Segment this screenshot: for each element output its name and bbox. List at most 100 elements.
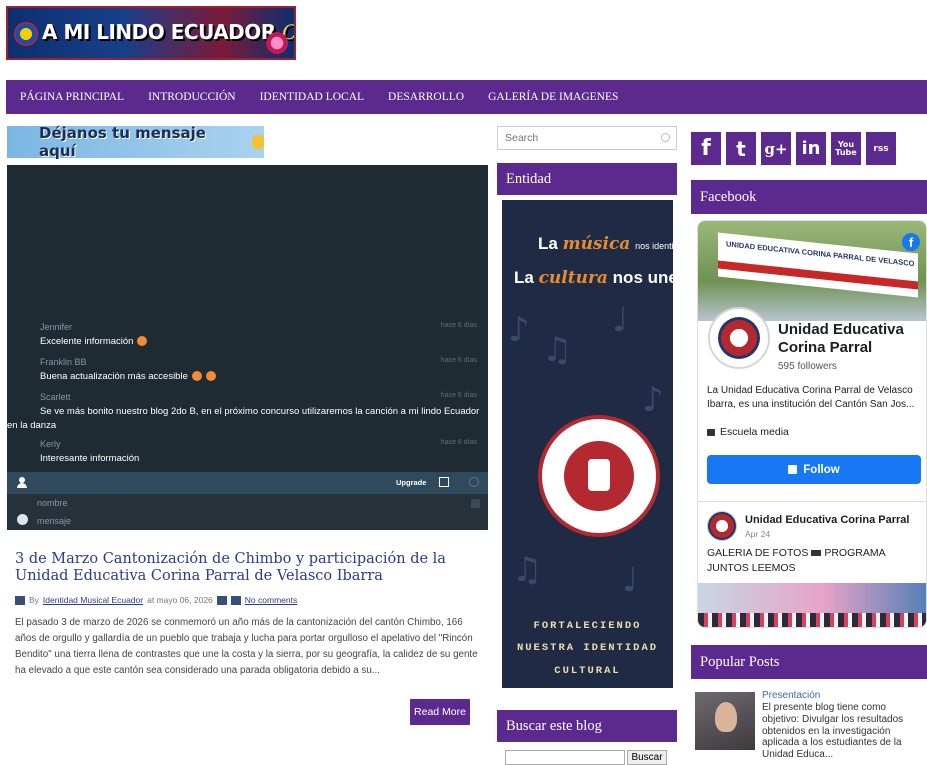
chat-widget: Jennifer hace 6 días Excelente informaci…	[7, 165, 488, 530]
facebook-page-plugin: UNIDAD EDUCATIVA CORINA PARRAL DE VELASC…	[697, 220, 927, 628]
seal-center	[564, 441, 634, 511]
search-box	[497, 126, 677, 150]
entidad-poster: La música nos identifica, La cultura nos…	[502, 200, 673, 688]
music-note-icon: ♪	[642, 380, 664, 420]
search-icon[interactable]	[661, 133, 670, 142]
pointing-hand-icon	[252, 135, 264, 149]
entidad-widget-title: Entidad	[497, 163, 677, 195]
google-plus-icon[interactable]: g+	[761, 132, 791, 165]
fb-post-date[interactable]: Apr 24	[745, 529, 770, 539]
chat-text: Se ve más bonito nuestro blog 2do B, en …	[7, 406, 480, 431]
follower-count: 595 followers	[778, 361, 837, 372]
nav-item-identidad-local[interactable]: IDENTIDAD LOCAL	[260, 91, 364, 103]
page-name-link[interactable]: Unidad Educativa Corina Parral	[778, 321, 926, 357]
post-excerpt: El pasado 3 de marzo de 2026 se conmemor…	[15, 617, 478, 676]
poster-word: nos identifica,	[635, 241, 673, 251]
page-avatar[interactable]	[708, 307, 770, 369]
twitter-icon[interactable]: t	[726, 132, 756, 165]
poster-line-2: La cultura nos une	[514, 268, 673, 288]
post-author-link[interactable]: Identidad Musical Ecuador	[43, 595, 143, 605]
upgrade-link[interactable]: Upgrade	[396, 478, 426, 487]
poster-bottom-3: CULTURAL	[554, 665, 621, 677]
chat-toolbar: Upgrade	[7, 472, 488, 494]
blog-search-input[interactable]	[505, 750, 625, 765]
nav-item-galeria[interactable]: GALERÍA DE IMAGENES	[488, 91, 618, 103]
nav-item-desarrollo[interactable]: DESARROLLO	[388, 91, 464, 103]
flower-icon	[266, 32, 288, 54]
chat-text-wrap: Excelente información	[40, 335, 485, 349]
music-note-icon: ♫	[542, 330, 573, 370]
chat-author: Scarlett	[40, 392, 71, 402]
smiley-icon[interactable]	[17, 514, 28, 525]
camera-icon	[811, 550, 822, 557]
chat-message: Kerly hace 6 días Interesante informació…	[40, 439, 485, 466]
hand-emoji-icon	[137, 336, 148, 347]
chat-name-field[interactable]: nombre	[37, 498, 68, 508]
follow-icon	[788, 465, 798, 474]
site-logo[interactable]: A MI LINDO ECUADOR CORINA	[6, 6, 296, 60]
popular-post-snippet: El presente blog tiene como objetivo: Di…	[762, 702, 904, 761]
logo-text-wrap: A MI LINDO ECUADOR CORINA	[42, 20, 294, 44]
page-category-label: Escuela media	[720, 426, 789, 438]
chat-text: Interesante información	[40, 453, 140, 464]
page-category: Escuela media	[707, 426, 789, 438]
buscar-widget-title: Buscar este blog	[497, 710, 677, 742]
post-date: at mayo 06, 2026	[147, 595, 213, 605]
nav-item-pagina-principal[interactable]: PÁGINA PRINCIPAL	[20, 91, 124, 103]
popular-post-thumbnail[interactable]	[695, 692, 755, 750]
fb-post-photo[interactable]	[698, 583, 926, 627]
music-note-icon: ♪	[508, 310, 530, 350]
chat-author: Franklin BB	[40, 357, 87, 367]
external-link-icon[interactable]	[439, 477, 449, 487]
post-meta: By Identidad Musical Ecuador at mayo 06,…	[15, 595, 485, 605]
nav-item-introduccion[interactable]: INTRODUCCIÓN	[148, 91, 236, 103]
linkedin-icon[interactable]: in	[796, 132, 826, 165]
facebook-cover-photo[interactable]: UNIDAD EDUCATIVA CORINA PARRAL DE VELASC…	[698, 221, 926, 321]
status-ring-icon[interactable]	[469, 477, 479, 487]
chat-message: Scarlett hace 6 días Se ve más bonito nu…	[7, 392, 485, 433]
poster-word: nos une	[612, 268, 673, 287]
post-title[interactable]: 3 de Marzo Cantonización de Chimbo y par…	[15, 551, 485, 586]
main-nav: PÁGINA PRINCIPAL INTRODUCCIÓN IDENTIDAD …	[6, 80, 927, 114]
chat-author: Jennifer	[40, 322, 73, 332]
chat-message-field[interactable]: mensaje	[37, 516, 71, 526]
follow-label: Follow	[803, 463, 840, 476]
rss-icon[interactable]: rss	[866, 132, 896, 165]
popular-posts-title: Popular Posts	[691, 645, 927, 679]
poster-line-1: La música nos identifica,	[538, 234, 673, 254]
search-input[interactable]	[498, 127, 676, 149]
chat-time: hace 6 días	[440, 392, 477, 399]
message-banner: Déjanos tu mensaje aquí	[7, 124, 264, 160]
poster-bottom-1: FORTALECIENDO	[533, 620, 642, 632]
post-comments-link[interactable]: No comments	[245, 595, 297, 605]
message-banner-text: Déjanos tu mensaje aquí	[39, 124, 206, 160]
chat-message: Franklin BB hace 6 días Buena actualizac…	[40, 357, 485, 384]
popular-post-link[interactable]: Presentación	[762, 690, 820, 701]
chat-message: Jennifer hace 6 días Excelente informaci…	[40, 322, 485, 349]
ecuador-emblem-icon	[14, 22, 38, 46]
chat-input-area: nombre mensaje	[7, 494, 488, 530]
user-icon[interactable]	[17, 477, 27, 488]
chat-text: Excelente información	[40, 336, 134, 347]
blog-search-button[interactable]: Buscar	[627, 750, 667, 765]
send-icon[interactable]	[471, 499, 480, 508]
post-avatar[interactable]	[707, 511, 737, 541]
school-seal-logo	[538, 415, 660, 537]
calendar-icon	[15, 595, 25, 605]
music-note-icon: ♩	[622, 560, 639, 600]
chat-text-wrap: Buena actualización más accesible	[40, 370, 485, 384]
facebook-logo-icon: f	[902, 233, 920, 251]
follow-button[interactable]: Follow	[707, 455, 921, 484]
briefcase-icon	[707, 428, 715, 436]
music-note-icon: ♩	[612, 300, 629, 340]
page-description: La Unidad Educativa Corina Parral de Vel…	[707, 385, 915, 410]
read-more-button[interactable]: Read More	[410, 699, 470, 725]
chat-text: Buena actualización más accesible	[40, 371, 188, 382]
emoji-icon	[205, 371, 216, 382]
facebook-icon[interactable]: f	[691, 132, 721, 165]
divider	[698, 501, 926, 502]
chat-time: hace 6 días	[440, 322, 477, 329]
chat-time: hace 6 días	[440, 357, 477, 364]
fb-post-author[interactable]: Unidad Educativa Corina Parral	[745, 514, 909, 526]
youtube-icon[interactable]: You Tube	[831, 132, 861, 165]
